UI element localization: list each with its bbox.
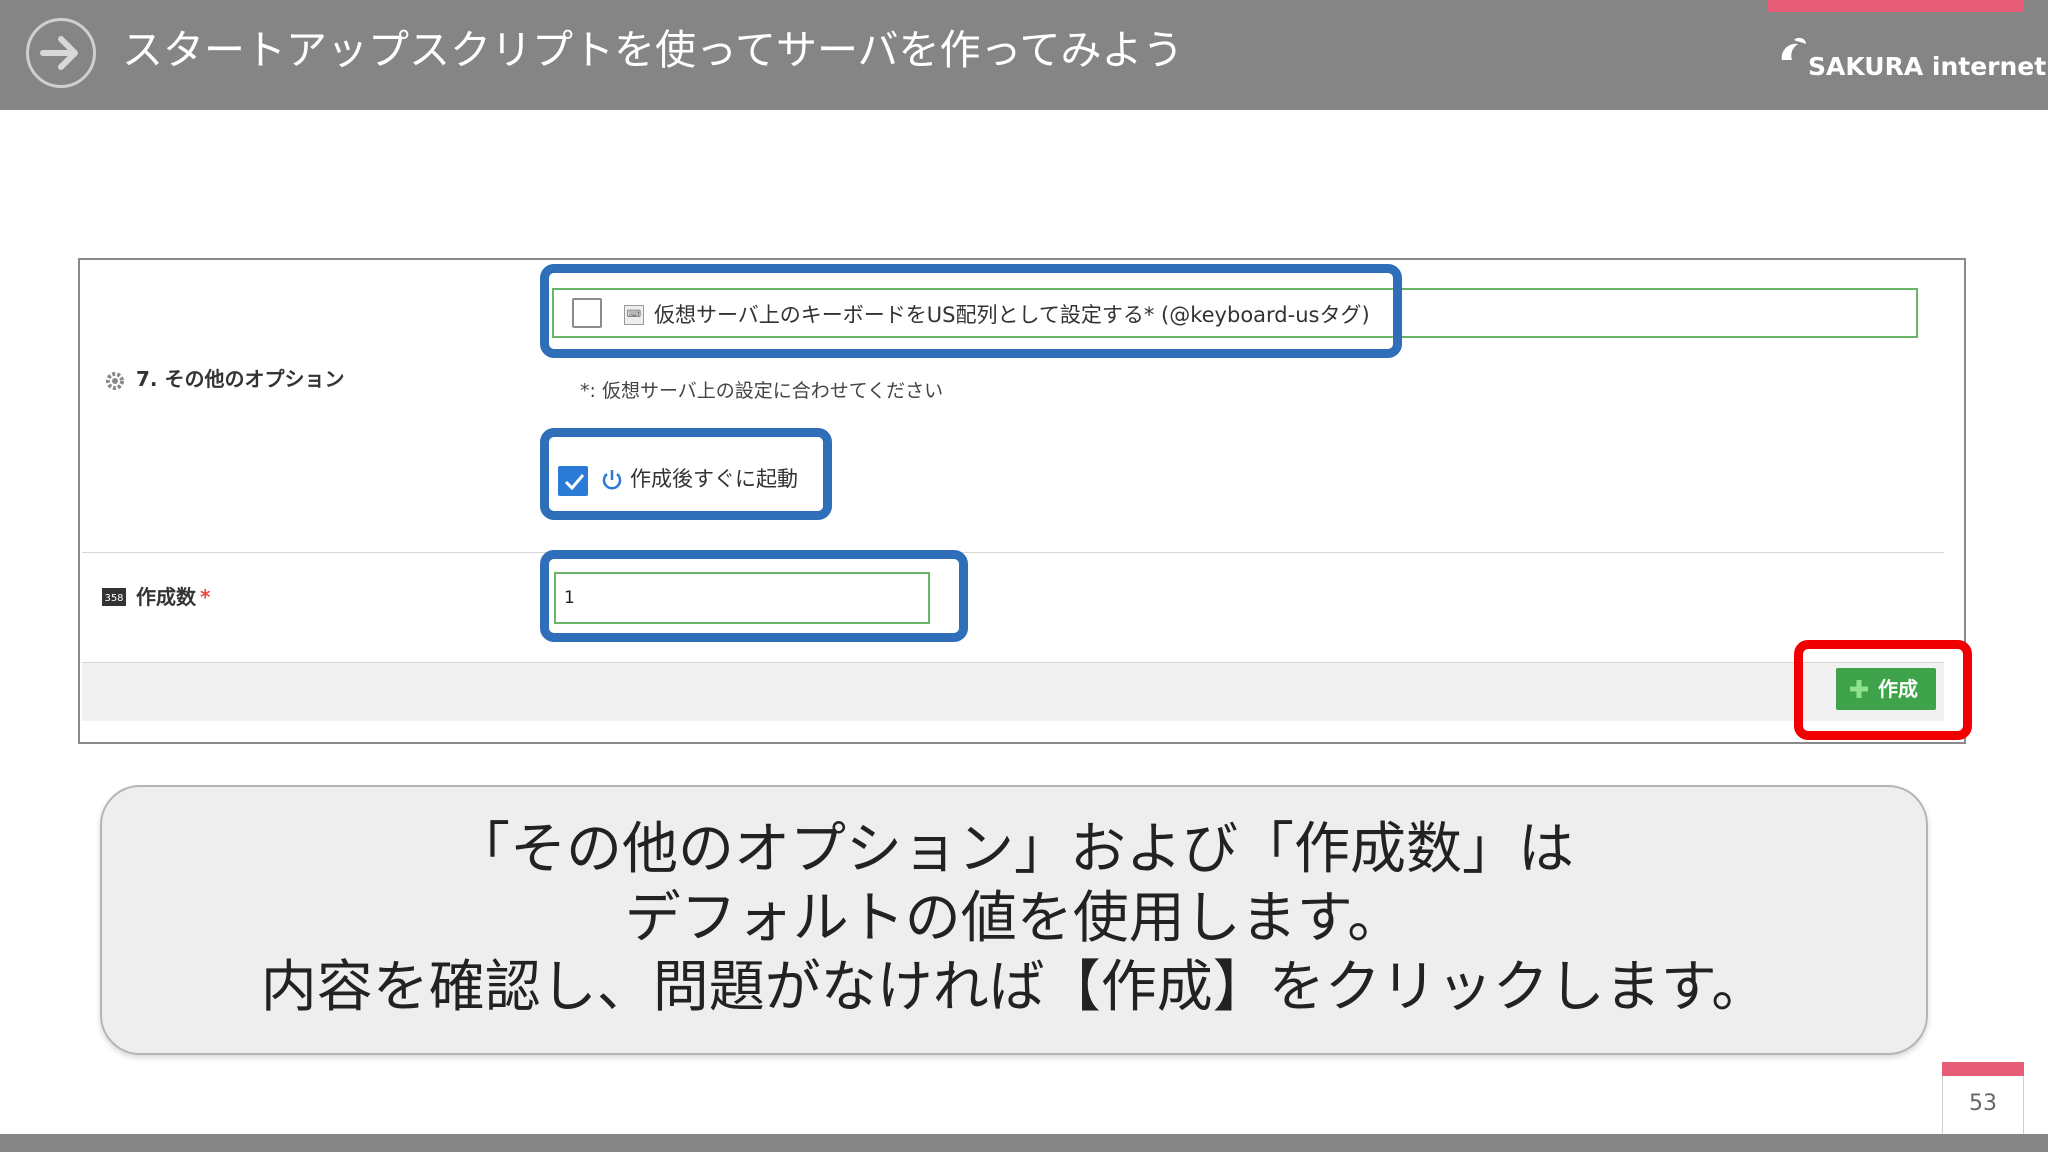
checkmark-icon bbox=[564, 474, 585, 491]
create-button-label: 作成 bbox=[1878, 677, 1918, 701]
caption-line-2: デフォルトの値を使用します。 bbox=[624, 886, 1404, 951]
svg-text:358: 358 bbox=[104, 593, 123, 604]
page-number-tab: 53 bbox=[1942, 1062, 2024, 1138]
slide-title: スタートアップスクリプトを使ってサーバを作ってみよう bbox=[122, 26, 1184, 74]
create-button[interactable]: 作成 bbox=[1836, 668, 1936, 710]
form-footer bbox=[82, 662, 1944, 721]
brand-accent-bar bbox=[1768, 0, 2024, 12]
brand-name: SAKURA internet bbox=[1808, 52, 2047, 81]
caption-box: 「その他のオプション」および「作成数」は デフォルトの値を使用します。 内容を確… bbox=[100, 785, 1928, 1055]
count-label-text: 作成数 bbox=[136, 585, 196, 609]
gear-icon bbox=[106, 372, 124, 390]
boot-after-create-label: 作成後すぐに起動 bbox=[630, 467, 798, 491]
arrow-right-icon bbox=[26, 18, 96, 88]
count-icon: 358 bbox=[102, 588, 126, 606]
keyboard-note: *: 仮想サーバ上の設定に合わせてください bbox=[580, 380, 944, 402]
bottom-bar bbox=[0, 1134, 2048, 1152]
count-input[interactable]: 1 bbox=[554, 572, 930, 624]
caption-line-1: 「その他のオプション」および「作成数」は bbox=[454, 817, 1574, 882]
slide-header: スタートアップスクリプトを使ってサーバを作ってみよう SAKURA intern… bbox=[0, 0, 2048, 110]
server-create-form: 7. その他のオプション ⌨ 仮想サーバ上のキーボードをUS配列として設定する*… bbox=[78, 258, 1966, 744]
options-section-label: 7. その他のオプション bbox=[136, 367, 345, 391]
count-label: 作成数 * bbox=[136, 582, 210, 612]
sakura-logo-icon bbox=[1781, 37, 1806, 60]
boot-after-create-checkbox[interactable] bbox=[558, 466, 588, 496]
caption-line-3: 内容を確認し、問題がなければ【作成】をクリックします。 bbox=[260, 955, 1768, 1020]
plus-icon bbox=[1850, 680, 1868, 698]
power-icon bbox=[602, 470, 622, 490]
required-mark: * bbox=[200, 585, 211, 609]
keyboard-us-checkbox[interactable] bbox=[572, 298, 602, 328]
keyboard-us-label: 仮想サーバ上のキーボードをUS配列として設定する* (@keyboard-usタ… bbox=[654, 303, 1370, 327]
page-number: 53 bbox=[1969, 1091, 1997, 1116]
row-divider bbox=[82, 552, 1944, 553]
keyboard-icon: ⌨ bbox=[624, 305, 644, 325]
